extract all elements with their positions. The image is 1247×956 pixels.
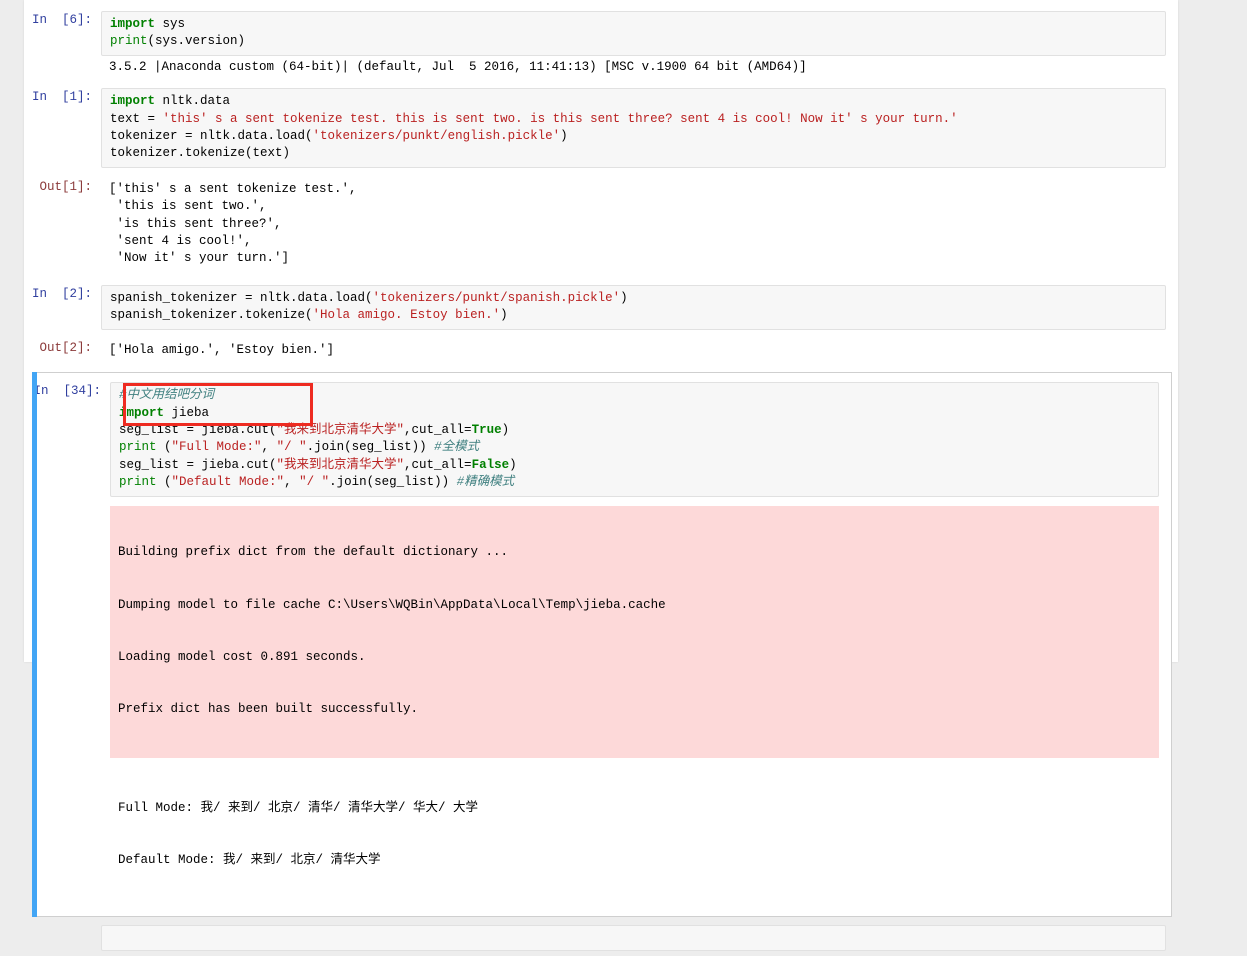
notebook-cell-selected[interactable]: In [34]: #中文用结吧分词 import jieba seg_list … [32,372,1172,918]
code-line: tokenizer = nltk.data.load('tokenizers/p… [110,129,568,144]
code-line: import jieba [119,405,210,420]
cell-prompt-in: In [6]: [31,13,92,27]
code-input-area[interactable]: import nltk.data text = 'this' s a sent … [101,88,1166,168]
code-line: print(sys.version) [110,34,246,49]
code-line: import nltk.data [110,94,231,109]
stdout-line: Full Mode: 我/ 来到/ 北京/ 清华/ 清华大学/ 华大/ 大学 [118,801,479,816]
cell-prompt-in: In [2]: [31,286,92,301]
stderr-line: Dumping model to file cache C:\Users\WQB… [118,597,666,612]
notebook-page: In [6]: import sys print(sys.version) 3.… [24,0,1178,952]
notebook-cell[interactable]: In [2]: spanish_tokenizer = nltk.data.lo… [24,275,1178,335]
code-line: tokenizer.tokenize(text) [110,146,291,161]
cell-prompt-in [24,925,101,926]
cell-output-line: 'is this sent three?', [109,216,282,231]
code-input-area[interactable] [101,925,1166,952]
cell-output-line: ['Hola amigo.', 'Estoy bien.'] [109,342,335,357]
cell-stdout: 3.5.2 |Anaconda custom (64-bit)| (defaul… [109,59,807,74]
cell-stderr-output[interactable]: Building prefix dict from the default di… [110,505,1159,759]
output-spacer [110,497,1159,506]
stdout-line: Default Mode: 我/ 来到/ 北京/ 清华大学 [118,853,381,868]
code-input-area[interactable]: import sys print(sys.version) [101,11,1166,56]
cell-body: import nltk.data text = 'this' s a sent … [101,88,1166,168]
cell-prompt-in: In [34]: [33,384,101,399]
code-line: import sys [110,17,186,31]
notebook-cell-list: In [6]: import sys print(sys.version) 3.… [24,0,1178,956]
notebook-cell[interactable]: In [6]: import sys print(sys.version) 3.… [24,6,1178,83]
code-line: text = 'this' s a sent tokenize test. th… [110,111,958,126]
code-comment-chinese: #中文用结吧分词 [119,388,215,403]
cell-output-line: 'Now it' s your turn.'] [109,251,290,266]
code-line: spanish_tokenizer.tokenize('Hola amigo. … [110,308,508,323]
stderr-line: Prefix dict has been built successfully. [118,702,419,716]
code-line: seg_list = jieba.cut("我来到北京清华大学",cut_all… [119,457,517,472]
cell-stdout: Full Mode: 我/ 来到/ 北京/ 清华/ 清华大学/ 华大/ 大学 D… [110,758,1159,906]
cell-body [101,925,1166,952]
cell-body: import sys print(sys.version) 3.5.2 |Ana… [101,11,1166,78]
code-line: seg_list = jieba.cut("我来到北京清华大学",cut_all… [119,422,510,437]
cell-prompt-in: In [1]: [31,90,92,105]
cell-output-line: 'sent 4 is cool!', [109,234,252,249]
notebook-cell-output: Out[1]: ['this' s a sent tokenize test.'… [24,173,1178,275]
stderr-line: Loading model cost 0.891 seconds. [118,649,366,664]
code-line: print ("Full Mode:", "/ ".join(seg_list)… [119,440,480,455]
stderr-line: Building prefix dict from the default di… [118,545,509,560]
cell-output-line: ['this' s a sent tokenize test.', [109,181,357,196]
code-input-area[interactable]: #中文用结吧分词 import jieba seg_list = jieba.c… [110,382,1159,497]
notebook-cell-next[interactable] [24,921,1178,956]
code-input-area[interactable]: spanish_tokenizer = nltk.data.load('toke… [101,284,1166,330]
cell-body: #中文用结吧分词 import jieba seg_list = jieba.c… [110,382,1159,906]
notebook-cell-output: Out[2]: ['Hola amigo.', 'Estoy bien.'] [24,335,1178,366]
cell-body: spanish_tokenizer = nltk.data.load('toke… [101,284,1166,330]
cell-body: ['this' s a sent tokenize test.', 'this … [101,178,1166,270]
cell-prompt-out: Out[1]: [39,179,92,194]
code-line: spanish_tokenizer = nltk.data.load('toke… [110,290,628,305]
cell-prompt-out: Out[2]: [39,340,92,355]
cell-body: ['Hola amigo.', 'Estoy bien.'] [101,339,1166,361]
code-line-comment: #中文用结吧分词 [119,387,1152,404]
code-line: print ("Default Mode:", "/ ".join(seg_li… [119,475,515,490]
notebook-cell[interactable]: In [1]: import nltk.data text = 'this' s… [24,83,1178,173]
cell-output-line: 'this is sent two.', [109,199,267,214]
